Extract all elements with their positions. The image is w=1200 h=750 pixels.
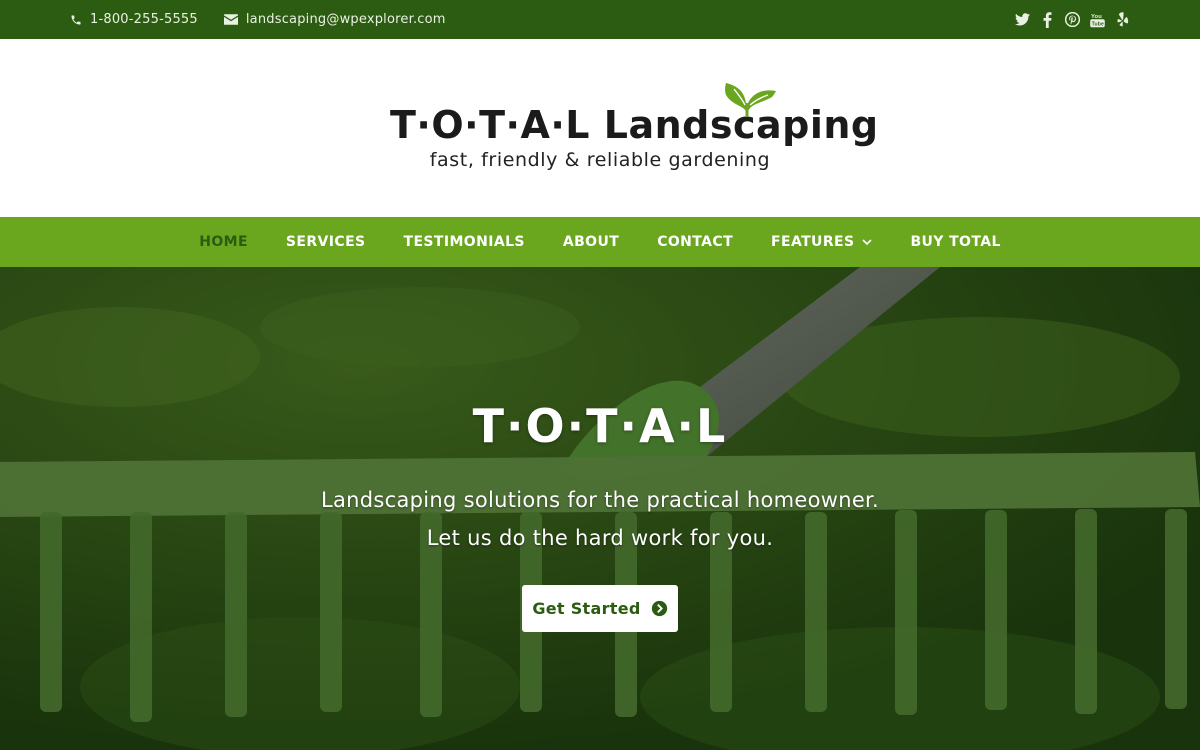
logo-tagline: fast, friendly & reliable gardening bbox=[429, 149, 771, 171]
hero-line-2: Let us do the hard work for you. bbox=[426, 526, 774, 550]
hero-section: T·O·T·A·L Landscaping solutions for the … bbox=[0, 267, 1200, 750]
phone-icon bbox=[70, 14, 82, 26]
nav-label: TESTIMONIALS bbox=[403, 234, 525, 250]
contact-info: 1-800-255-5555 landscaping@wpexplorer.co… bbox=[70, 12, 446, 27]
top-bar: 1-800-255-5555 landscaping@wpexplorer.co… bbox=[0, 0, 1200, 39]
email-item[interactable]: landscaping@wpexplorer.com bbox=[223, 12, 446, 27]
chevron-down-icon bbox=[862, 238, 873, 245]
hero-content: T·O·T·A·L Landscaping solutions for the … bbox=[0, 267, 1200, 750]
nav-label: SERVICES bbox=[285, 234, 366, 250]
arrow-circle-right-icon bbox=[651, 600, 667, 617]
yelp-icon[interactable] bbox=[1114, 11, 1130, 28]
nav-item-services[interactable]: SERVICES bbox=[267, 234, 385, 250]
youtube-icon[interactable]: You Tube bbox=[1089, 12, 1105, 28]
nav-item-home[interactable]: HOME bbox=[180, 234, 267, 250]
leaf-icon bbox=[725, 83, 776, 117]
nav-item-testimonials[interactable]: TESTIMONIALS bbox=[385, 234, 544, 250]
phone-number[interactable]: 1-800-255-5555 bbox=[90, 12, 198, 27]
site-header: T·O·T·A·L Landscaping fast, friendly & r… bbox=[0, 39, 1200, 217]
nav-label: BUY TOTAL bbox=[910, 234, 1001, 250]
nav-label: CONTACT bbox=[657, 234, 734, 250]
phone-item[interactable]: 1-800-255-5555 bbox=[70, 12, 198, 27]
pinterest-icon[interactable] bbox=[1064, 12, 1080, 28]
hero-line-1: Landscaping solutions for the practical … bbox=[320, 488, 880, 512]
svg-text:Tube: Tube bbox=[1091, 21, 1103, 27]
envelope-icon bbox=[223, 14, 238, 25]
twitter-icon[interactable] bbox=[1014, 12, 1030, 28]
hero-title: T·O·T·A·L bbox=[472, 399, 728, 453]
email-address[interactable]: landscaping@wpexplorer.com bbox=[246, 12, 446, 27]
nav-label: ABOUT bbox=[562, 234, 620, 250]
facebook-icon[interactable] bbox=[1039, 11, 1055, 28]
cta-label: Get Started bbox=[532, 599, 641, 618]
nav-item-about[interactable]: ABOUT bbox=[544, 234, 638, 250]
get-started-button[interactable]: Get Started bbox=[522, 585, 678, 632]
svg-text:You: You bbox=[1090, 13, 1101, 19]
nav-label: HOME bbox=[199, 234, 248, 250]
site-logo[interactable]: T·O·T·A·L Landscaping fast, friendly & r… bbox=[390, 83, 878, 171]
social-links: You Tube bbox=[1014, 11, 1130, 28]
nav-item-contact[interactable]: CONTACT bbox=[638, 234, 752, 250]
nav-label: FEATURES bbox=[771, 234, 855, 250]
nav-item-features[interactable]: FEATURES bbox=[752, 234, 891, 250]
nav-item-buy-total[interactable]: BUY TOTAL bbox=[891, 234, 1019, 250]
main-nav: HOME SERVICES TESTIMONIALS ABOUT CONTACT… bbox=[0, 217, 1200, 267]
